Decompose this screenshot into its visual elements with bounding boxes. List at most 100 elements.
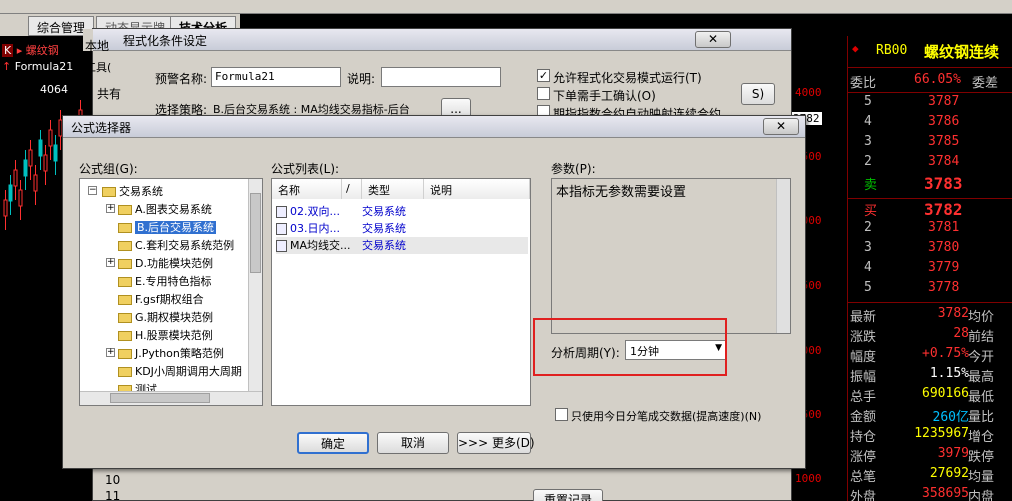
underlying-label: 共有 (97, 87, 122, 101)
formula-name: 02.双向... (290, 205, 340, 218)
tree-item-label: D.功能模块范例 (135, 257, 213, 270)
tree-item[interactable]: G.期权模块范例 (118, 309, 213, 327)
program-condition-close-button[interactable]: ✕ (695, 31, 731, 48)
ask-price: 3785 (928, 134, 960, 149)
manual-confirm-checkbox[interactable] (537, 87, 550, 100)
stat-value: 28 (953, 326, 969, 341)
tree-item-label: 交易系统 (119, 185, 163, 198)
candle-body (3, 199, 8, 217)
tree-item[interactable]: B.后台交易系统 (118, 219, 217, 237)
col-name[interactable]: 名称 (272, 179, 342, 199)
tree-item[interactable]: H.股票模块范例 (118, 327, 213, 345)
expand-icon[interactable]: + (106, 348, 115, 357)
col-type[interactable]: 类型 (362, 179, 424, 199)
tree-item-label: E.专用特色指标 (135, 275, 212, 288)
reset-record-button[interactable]: 重置记录 (533, 489, 603, 501)
tree-horizontal-scrollbar[interactable] (80, 391, 262, 405)
formula-name: MA均线交... (290, 239, 351, 252)
stat-row: 最新 3782 均价 (848, 306, 1012, 326)
tree-item[interactable]: − 交易系统 (88, 183, 163, 201)
bid-level: 3 (864, 240, 872, 255)
allow-trade-label: 允许程式化交易模式运行(T) (553, 71, 702, 85)
only-today-checkbox[interactable] (555, 408, 568, 421)
ask-price: 3783 (924, 174, 963, 193)
bid-price: 3780 (928, 240, 960, 255)
tree-item-label: F.gsf期权组合 (135, 293, 204, 306)
expand-icon[interactable]: + (106, 258, 115, 267)
weibi-label: 委比 (850, 76, 877, 91)
expand-icon[interactable]: + (106, 204, 115, 213)
formula-row[interactable]: 02.双向... 交易系统 (276, 203, 528, 220)
allow-trade-checkbox[interactable]: ✓ (537, 69, 550, 82)
tree-item[interactable]: + D.功能模块范例 (106, 255, 213, 273)
stat-right-label: 跌停 (968, 450, 995, 465)
bid-row: 5 3778 (848, 280, 1012, 300)
stat-label: 振幅 (850, 370, 877, 385)
tree-item[interactable]: C.套利交易系统范例 (118, 237, 234, 255)
tree-item[interactable]: F.gsf期权组合 (118, 291, 204, 309)
ok-button[interactable]: 确定 (297, 432, 369, 454)
more-button[interactable]: >>> 更多(D) (457, 432, 535, 454)
underlying-menu[interactable]: 工具( (85, 59, 111, 75)
chart-symbol-label: K ▸ 螺纹钢 (2, 44, 59, 57)
tree-item[interactable]: KDJ小周期调用大周期 (118, 363, 242, 381)
ask-price: 3784 (928, 154, 960, 169)
params-text: 本指标无参数需要设置 (556, 185, 687, 200)
stat-label: 最新 (850, 310, 877, 325)
candle-body (33, 174, 38, 192)
only-today-label: 只使用今日分笔成交数据(提高速度)(N) (571, 410, 762, 423)
formula-row[interactable]: MA均线交... 交易系统 (276, 237, 528, 254)
formula-group-tree[interactable]: − 交易系统 + A.图表交易系统 B.后台交易系统 C.套利交易系统范例 + D.功能模块范… (79, 178, 263, 406)
formula-list[interactable]: 名称 / 类型 说明 02.双向... 交易系统 03.日内... 交易系统 MA均线交… (271, 178, 531, 406)
weicha-label: 委差 (972, 76, 999, 91)
stat-value: 690166 (922, 386, 969, 401)
warn-name-label: 预警名称: (155, 72, 208, 86)
col-desc[interactable]: 说明 (424, 179, 530, 199)
ask-level: 5 (864, 94, 872, 109)
close-icon[interactable]: ✕ (763, 118, 799, 135)
col-sort-icon[interactable]: / (342, 179, 362, 199)
tree-item[interactable]: + A.图表交易系统 (106, 201, 212, 219)
stat-value: 260亿 (932, 410, 969, 425)
formula-list-label: 公式列表(L): (271, 162, 340, 176)
params-scrollbar[interactable] (776, 179, 790, 333)
ask-price: 3786 (928, 114, 960, 129)
tree-item-label: J.Python策略范例 (135, 347, 224, 360)
stat-row: 外盘 358695 内盘 (848, 486, 1012, 501)
candle-body (8, 184, 13, 202)
stat-right-label: 增仓 (968, 430, 995, 445)
folder-icon (118, 349, 132, 359)
tree-vertical-scrollbar[interactable] (248, 179, 262, 391)
desc-input[interactable] (381, 67, 501, 87)
collapse-icon[interactable]: − (88, 186, 97, 195)
stat-label: 涨跌 (850, 330, 877, 345)
formula-icon (276, 240, 287, 252)
diamond-icon: ◆ (852, 42, 859, 55)
formula-group-label: 公式组(G): (79, 162, 138, 176)
cancel-button[interactable]: 取消 (377, 432, 449, 454)
formula-row[interactable]: 03.日内... 交易系统 (276, 220, 528, 237)
ask-row: 卖 3783 (848, 174, 1012, 194)
formula-selector-dialog: 公式选择器 ✕ 公式组(G): − 交易系统 + A.图表交易系统 B.后台交易系统 C.… (62, 115, 806, 469)
stat-right-label: 内盘 (968, 490, 995, 501)
ask-row: 2 3784 (848, 154, 1012, 174)
tree-item[interactable]: + J.Python策略范例 (106, 345, 224, 363)
stat-value: 27692 (929, 466, 969, 481)
stat-row: 持仓 1235967 增仓 (848, 426, 1012, 446)
side-button[interactable]: S) (741, 83, 775, 105)
candle-body (28, 149, 33, 167)
ask-level: 4 (864, 114, 872, 129)
quote-name: 螺纹钢连续 (924, 43, 1000, 61)
tree-item[interactable]: E.专用特色指标 (118, 273, 211, 291)
tree-item-label: KDJ小周期调用大周期 (135, 365, 242, 378)
candle-body (13, 169, 18, 187)
warn-name-input[interactable]: Formula21 (211, 67, 341, 87)
bid-row: 4 3779 (848, 260, 1012, 280)
chart-formula: Formula21 (14, 60, 74, 73)
ask-level: 3 (864, 134, 872, 149)
chart-formula-label: ↑ Formula21 (2, 60, 73, 73)
quote-header: ◆ RB00 螺纹钢连续 (848, 36, 1012, 68)
program-condition-titlebar: 程式化条件设定 ✕ (93, 29, 791, 51)
bid-level: 4 (864, 260, 872, 275)
folder-icon (118, 241, 132, 251)
